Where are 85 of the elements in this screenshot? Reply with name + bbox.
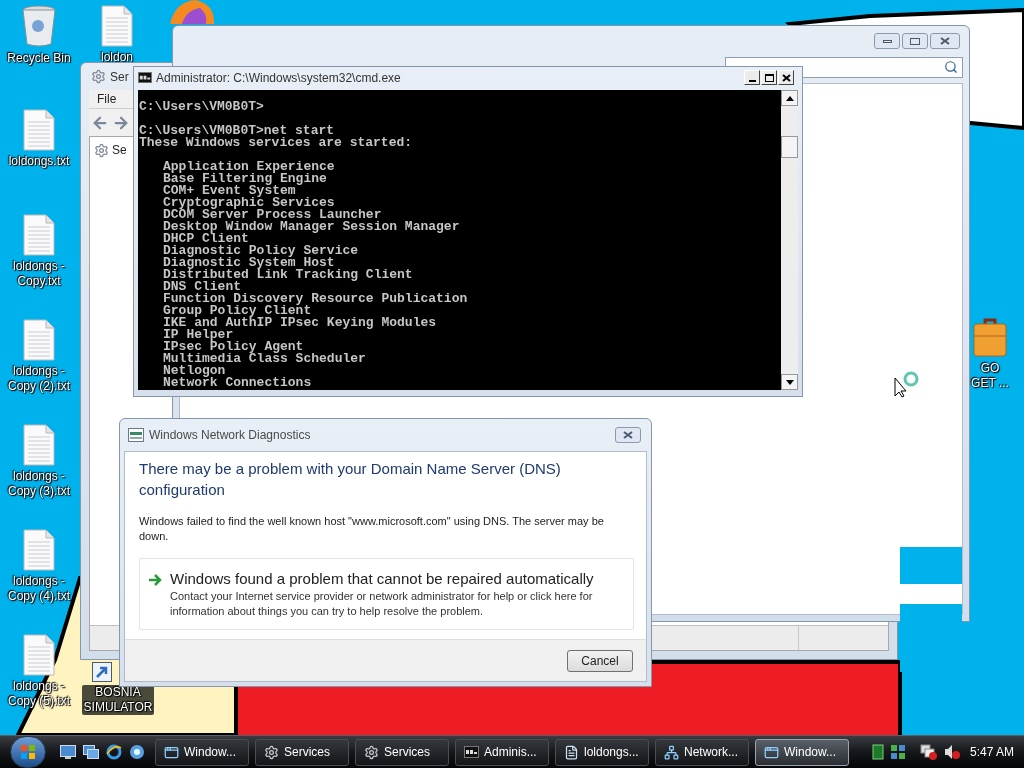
search-icon	[944, 60, 958, 74]
text-file-icon	[22, 424, 56, 466]
arrow-icon	[149, 574, 162, 586]
console-line: Base Filtering Engine	[163, 173, 327, 185]
console-line: These Windows services are started:	[139, 137, 413, 149]
text-file-icon	[22, 529, 56, 571]
network-disconnected-icon[interactable]	[919, 744, 938, 760]
taskbar-button[interactable]: Services	[355, 738, 449, 766]
option-title: Windows found a problem that cannot be repaired automatically	[170, 569, 595, 589]
console-line: Desktop Window Manager Session Manager	[163, 221, 460, 233]
window-icon	[164, 744, 179, 760]
switch-windows-icon[interactable]	[83, 745, 99, 759]
recycle-bin-icon	[21, 4, 57, 48]
volume-muted-icon[interactable]	[943, 744, 960, 760]
close-icon	[940, 37, 950, 45]
four-squares-icon	[20, 744, 36, 760]
tray-icon[interactable]	[889, 744, 906, 760]
notepad-icon	[564, 744, 579, 760]
window-title: Administrator: C:\Windows\system32\cmd.exe	[156, 69, 401, 87]
busy-cursor-icon	[894, 370, 920, 398]
start-button[interactable]	[10, 736, 46, 768]
console-line: DNS Client	[163, 281, 241, 293]
globe-icon[interactable]	[129, 744, 145, 760]
network-icon	[664, 744, 679, 760]
taskbar-button[interactable]: Window...	[755, 738, 849, 766]
taskbar-button[interactable]: loldongs...	[555, 738, 649, 766]
cancel-button[interactable]: Cancel	[567, 649, 633, 672]
console-line: C:\Users\VM0B0T>net start	[139, 125, 335, 137]
text-file-icon	[22, 319, 56, 361]
console-icon	[464, 746, 479, 758]
text-file-icon	[22, 634, 56, 676]
console-line: IP Helper	[163, 329, 234, 341]
dialog-heading: There may be a problem with your Domain Name Server (DNS) configuration	[139, 459, 562, 500]
console-line: Distributed Link Tracking Client	[163, 269, 413, 281]
close-icon	[623, 431, 633, 439]
console-line: Function Discovery Resource Publication	[163, 293, 468, 305]
gear-icon	[264, 744, 279, 760]
console-line: DCOM Server Process Launcher	[163, 209, 382, 221]
console-icon	[138, 71, 152, 84]
scroll-down-button[interactable]	[781, 374, 798, 390]
taskbar-button[interactable]: Services	[255, 738, 349, 766]
gear-icon	[91, 69, 106, 84]
console-line: Network Connections	[163, 377, 312, 389]
console-line: C:\Users\VM0B0T>	[139, 101, 264, 113]
text-file-icon	[100, 5, 134, 47]
shortcut-icon	[92, 662, 112, 682]
tree-item[interactable]: Se	[112, 141, 127, 159]
window-icon	[764, 744, 779, 760]
scrollbar[interactable]	[781, 90, 798, 390]
text-file-icon	[22, 214, 56, 256]
taskbar-button[interactable]: Network...	[655, 738, 749, 766]
console-line: DHCP Client	[163, 233, 249, 245]
show-desktop-icon[interactable]	[60, 745, 76, 759]
console-line: IKE and AuthIP IPsec Keying Modules	[163, 317, 437, 329]
briefcase-icon	[973, 318, 1007, 358]
console-line: COM+ Event System	[163, 185, 296, 197]
gear-icon	[94, 142, 109, 158]
icon-label[interactable]: BOSNIA SIMULATOR	[81, 685, 155, 715]
menu-item[interactable]: File	[89, 90, 125, 108]
scroll-thumb[interactable]	[781, 136, 798, 158]
console-line: Netlogon	[163, 365, 226, 377]
scroll-up-button[interactable]	[781, 90, 798, 106]
console-line: Multimedia Class Scheduler	[163, 353, 366, 365]
text-file-icon	[22, 109, 56, 151]
tray-icon[interactable]	[871, 744, 884, 760]
console-line: IPsec Policy Agent	[163, 341, 304, 353]
clock[interactable]: 5:47 AM	[969, 743, 1014, 761]
repair-option[interactable]	[139, 558, 634, 630]
window-title: Ser	[110, 68, 129, 86]
console-line: Group Policy Client	[163, 305, 312, 317]
console-line: Application Experience	[163, 161, 335, 173]
console-line: Cryptographic Services	[163, 197, 335, 209]
gear-icon	[364, 744, 379, 760]
caret-up-icon	[785, 95, 794, 101]
browser-icon[interactable]	[106, 744, 122, 760]
dialog-title: Windows Network Diagnostics	[149, 427, 311, 444]
console-line: Diagnostic Policy Service	[163, 245, 359, 257]
console-line: Diagnostic System Host	[163, 257, 335, 269]
option-description: Contact your Internet service provider or network administrator for help or click here for information about things you can try to help resolve the problem.	[170, 589, 594, 619]
taskbar-button[interactable]: Window...	[155, 738, 249, 766]
network-window-icon	[128, 428, 144, 442]
caret-down-icon	[785, 379, 794, 385]
close-icon	[781, 73, 791, 82]
taskbar-button[interactable]: Adminis...	[455, 738, 549, 766]
dialog-message: Windows failed to find the well known host "www.microsoft.com" using DNS. The server may be down.	[139, 514, 605, 544]
